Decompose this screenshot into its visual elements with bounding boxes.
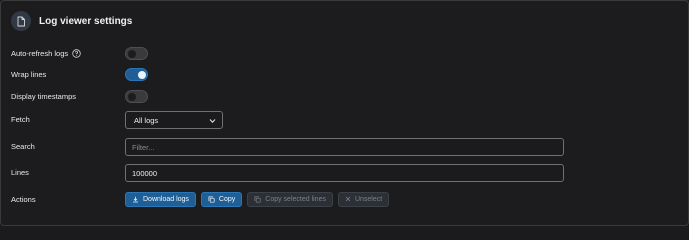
lines-row: Lines bbox=[11, 163, 671, 183]
fetch-label: Fetch bbox=[11, 114, 30, 124]
fetch-selected-value: All logs bbox=[134, 115, 159, 125]
wrap-lines-label: Wrap lines bbox=[11, 69, 47, 79]
log-viewer-settings-panel: Log viewer settings Auto-refresh logs Wr… bbox=[0, 0, 689, 226]
copy-selected-lines-button[interactable]: Copy selected lines bbox=[247, 191, 333, 207]
panel-header: Log viewer settings bbox=[11, 11, 132, 31]
lines-input[interactable] bbox=[125, 164, 564, 182]
search-row: Search bbox=[11, 137, 671, 157]
help-icon[interactable] bbox=[72, 48, 81, 58]
auto-refresh-toggle[interactable] bbox=[125, 46, 148, 60]
fetch-select[interactable]: All logs bbox=[125, 111, 223, 129]
chevron-down-icon bbox=[209, 117, 216, 126]
actions-label: Actions bbox=[11, 194, 36, 204]
display-timestamps-row: Display timestamps bbox=[11, 86, 671, 106]
search-label: Search bbox=[11, 141, 35, 151]
unselect-button[interactable]: Unselect bbox=[337, 191, 390, 207]
download-icon bbox=[132, 196, 139, 203]
download-logs-button[interactable]: Download logs bbox=[125, 191, 196, 207]
auto-refresh-label: Auto-refresh logs bbox=[11, 48, 69, 58]
wrap-lines-row: Wrap lines bbox=[11, 64, 671, 84]
display-timestamps-label: Display timestamps bbox=[11, 91, 77, 101]
wrap-lines-toggle[interactable] bbox=[125, 67, 148, 81]
actions-row: Actions Download logs Copy Copy selected… bbox=[11, 189, 671, 209]
page-title: Log viewer settings bbox=[39, 15, 133, 27]
actions-group: Download logs Copy Copy selected lines U… bbox=[125, 191, 394, 207]
fetch-row: Fetch All logs bbox=[11, 110, 671, 130]
lines-label: Lines bbox=[11, 167, 29, 177]
copy-icon bbox=[208, 196, 215, 203]
search-input[interactable] bbox=[125, 138, 564, 156]
display-timestamps-toggle[interactable] bbox=[125, 89, 148, 103]
copy-button[interactable]: Copy bbox=[200, 191, 243, 207]
close-icon bbox=[345, 196, 351, 202]
auto-refresh-row: Auto-refresh logs bbox=[11, 43, 671, 63]
copy-icon bbox=[254, 196, 261, 203]
document-icon bbox=[11, 11, 31, 31]
